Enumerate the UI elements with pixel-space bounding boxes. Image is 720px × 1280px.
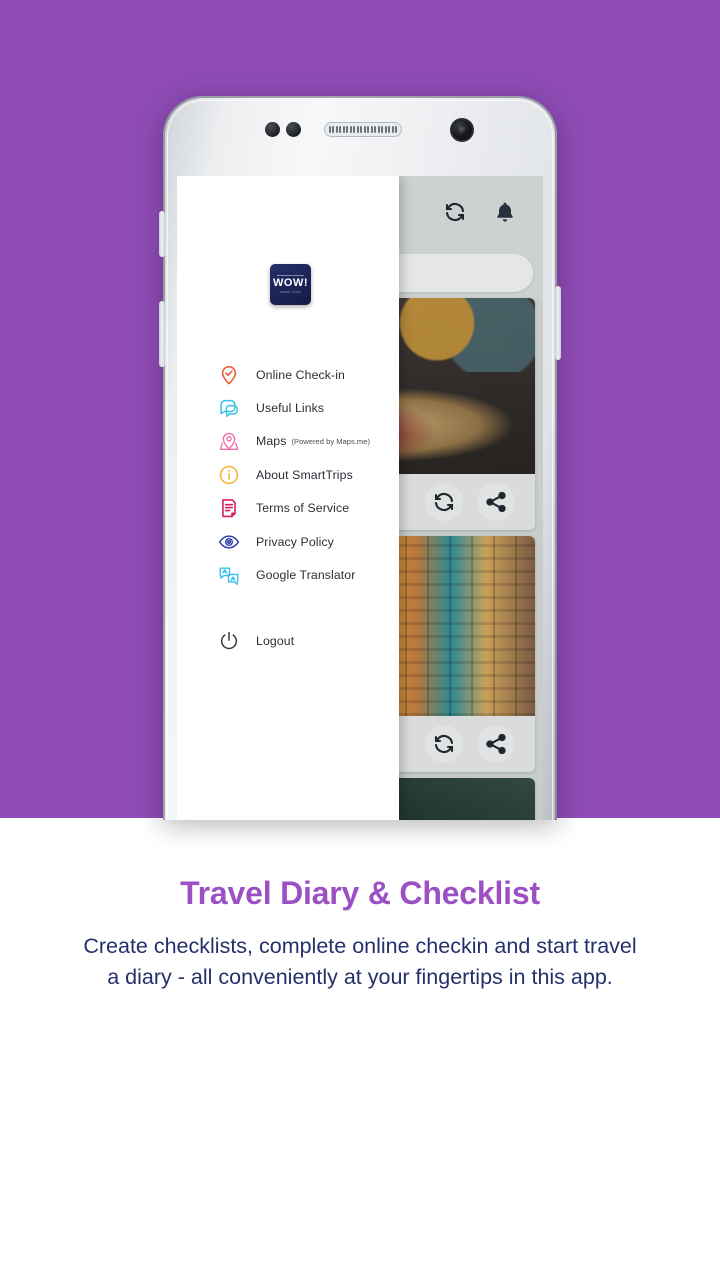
- menu-note-maps-attribution: (Powered by Maps.me): [291, 436, 370, 446]
- menu-label: Useful Links: [256, 401, 325, 416]
- app-logo: WOW! SMART TRIPS: [270, 264, 311, 305]
- volume-up-button[interactable]: [159, 211, 165, 257]
- phone-screen: Past: [177, 176, 543, 820]
- logo-wordmark: WOW!: [273, 276, 308, 289]
- menu-item-logout[interactable]: Logout: [177, 625, 399, 658]
- refresh-icon[interactable]: [443, 200, 467, 224]
- power-icon: [218, 630, 240, 652]
- menu-item-maps[interactable]: Maps (Powered by Maps.me): [177, 425, 399, 458]
- page-description: Create checklists, complete online check…: [0, 931, 720, 992]
- earpiece-speaker-icon: [324, 122, 402, 137]
- menu-item-terms-of-service[interactable]: Terms of Service: [177, 492, 399, 525]
- share-icon[interactable]: [477, 483, 515, 521]
- map-pin-icon: [218, 430, 240, 452]
- share-icon[interactable]: [477, 725, 515, 763]
- light-sensor-icon: [286, 122, 301, 137]
- menu-item-useful-links[interactable]: Useful Links: [177, 391, 399, 424]
- info-icon: [218, 464, 240, 486]
- menu-label: Maps: [256, 434, 287, 449]
- menu-label: Terms of Service: [256, 501, 350, 516]
- front-camera-icon: [450, 118, 474, 142]
- refresh-icon[interactable]: [425, 725, 463, 763]
- menu-label: About SmartTrips: [256, 467, 353, 482]
- page-description-line-1: Create checklists, complete online check…: [83, 934, 637, 958]
- drawer-menu: Online Check-in Useful Links Maps (Power…: [177, 358, 399, 658]
- page-description-line-2: a diary - all conveniently at your finge…: [107, 964, 613, 989]
- power-button[interactable]: [555, 286, 561, 360]
- menu-item-about-smarttrips[interactable]: About SmartTrips: [177, 458, 399, 491]
- bell-icon[interactable]: [493, 200, 517, 224]
- navigation-drawer: WOW! SMART TRIPS Online Check-in Useful …: [177, 176, 399, 820]
- proximity-sensor-icon: [265, 122, 280, 137]
- check-pin-icon: [218, 364, 240, 386]
- eye-icon: [218, 531, 240, 553]
- link-bubbles-icon: [218, 397, 240, 419]
- menu-item-online-checkin[interactable]: Online Check-in: [177, 358, 399, 391]
- logo-tagline: SMART TRIPS: [279, 290, 302, 294]
- menu-label: Logout: [256, 634, 295, 649]
- marketing-copy: Travel Diary & Checklist Create checklis…: [0, 818, 720, 992]
- volume-down-button[interactable]: [159, 301, 165, 367]
- menu-label: Online Check-in: [256, 367, 345, 382]
- menu-label: Privacy Policy: [256, 534, 334, 549]
- translate-bubbles-icon: [218, 564, 240, 586]
- phone-body: Past: [163, 96, 557, 820]
- document-icon: [218, 497, 240, 519]
- menu-item-privacy-policy[interactable]: Privacy Policy: [177, 525, 399, 558]
- refresh-icon[interactable]: [425, 483, 463, 521]
- menu-label: Google Translator: [256, 568, 356, 583]
- logo-rule-top: [277, 274, 304, 276]
- page-title: Travel Diary & Checklist: [180, 875, 540, 911]
- menu-item-google-translator[interactable]: Google Translator: [177, 558, 399, 591]
- phone-mockup: Past: [159, 96, 561, 820]
